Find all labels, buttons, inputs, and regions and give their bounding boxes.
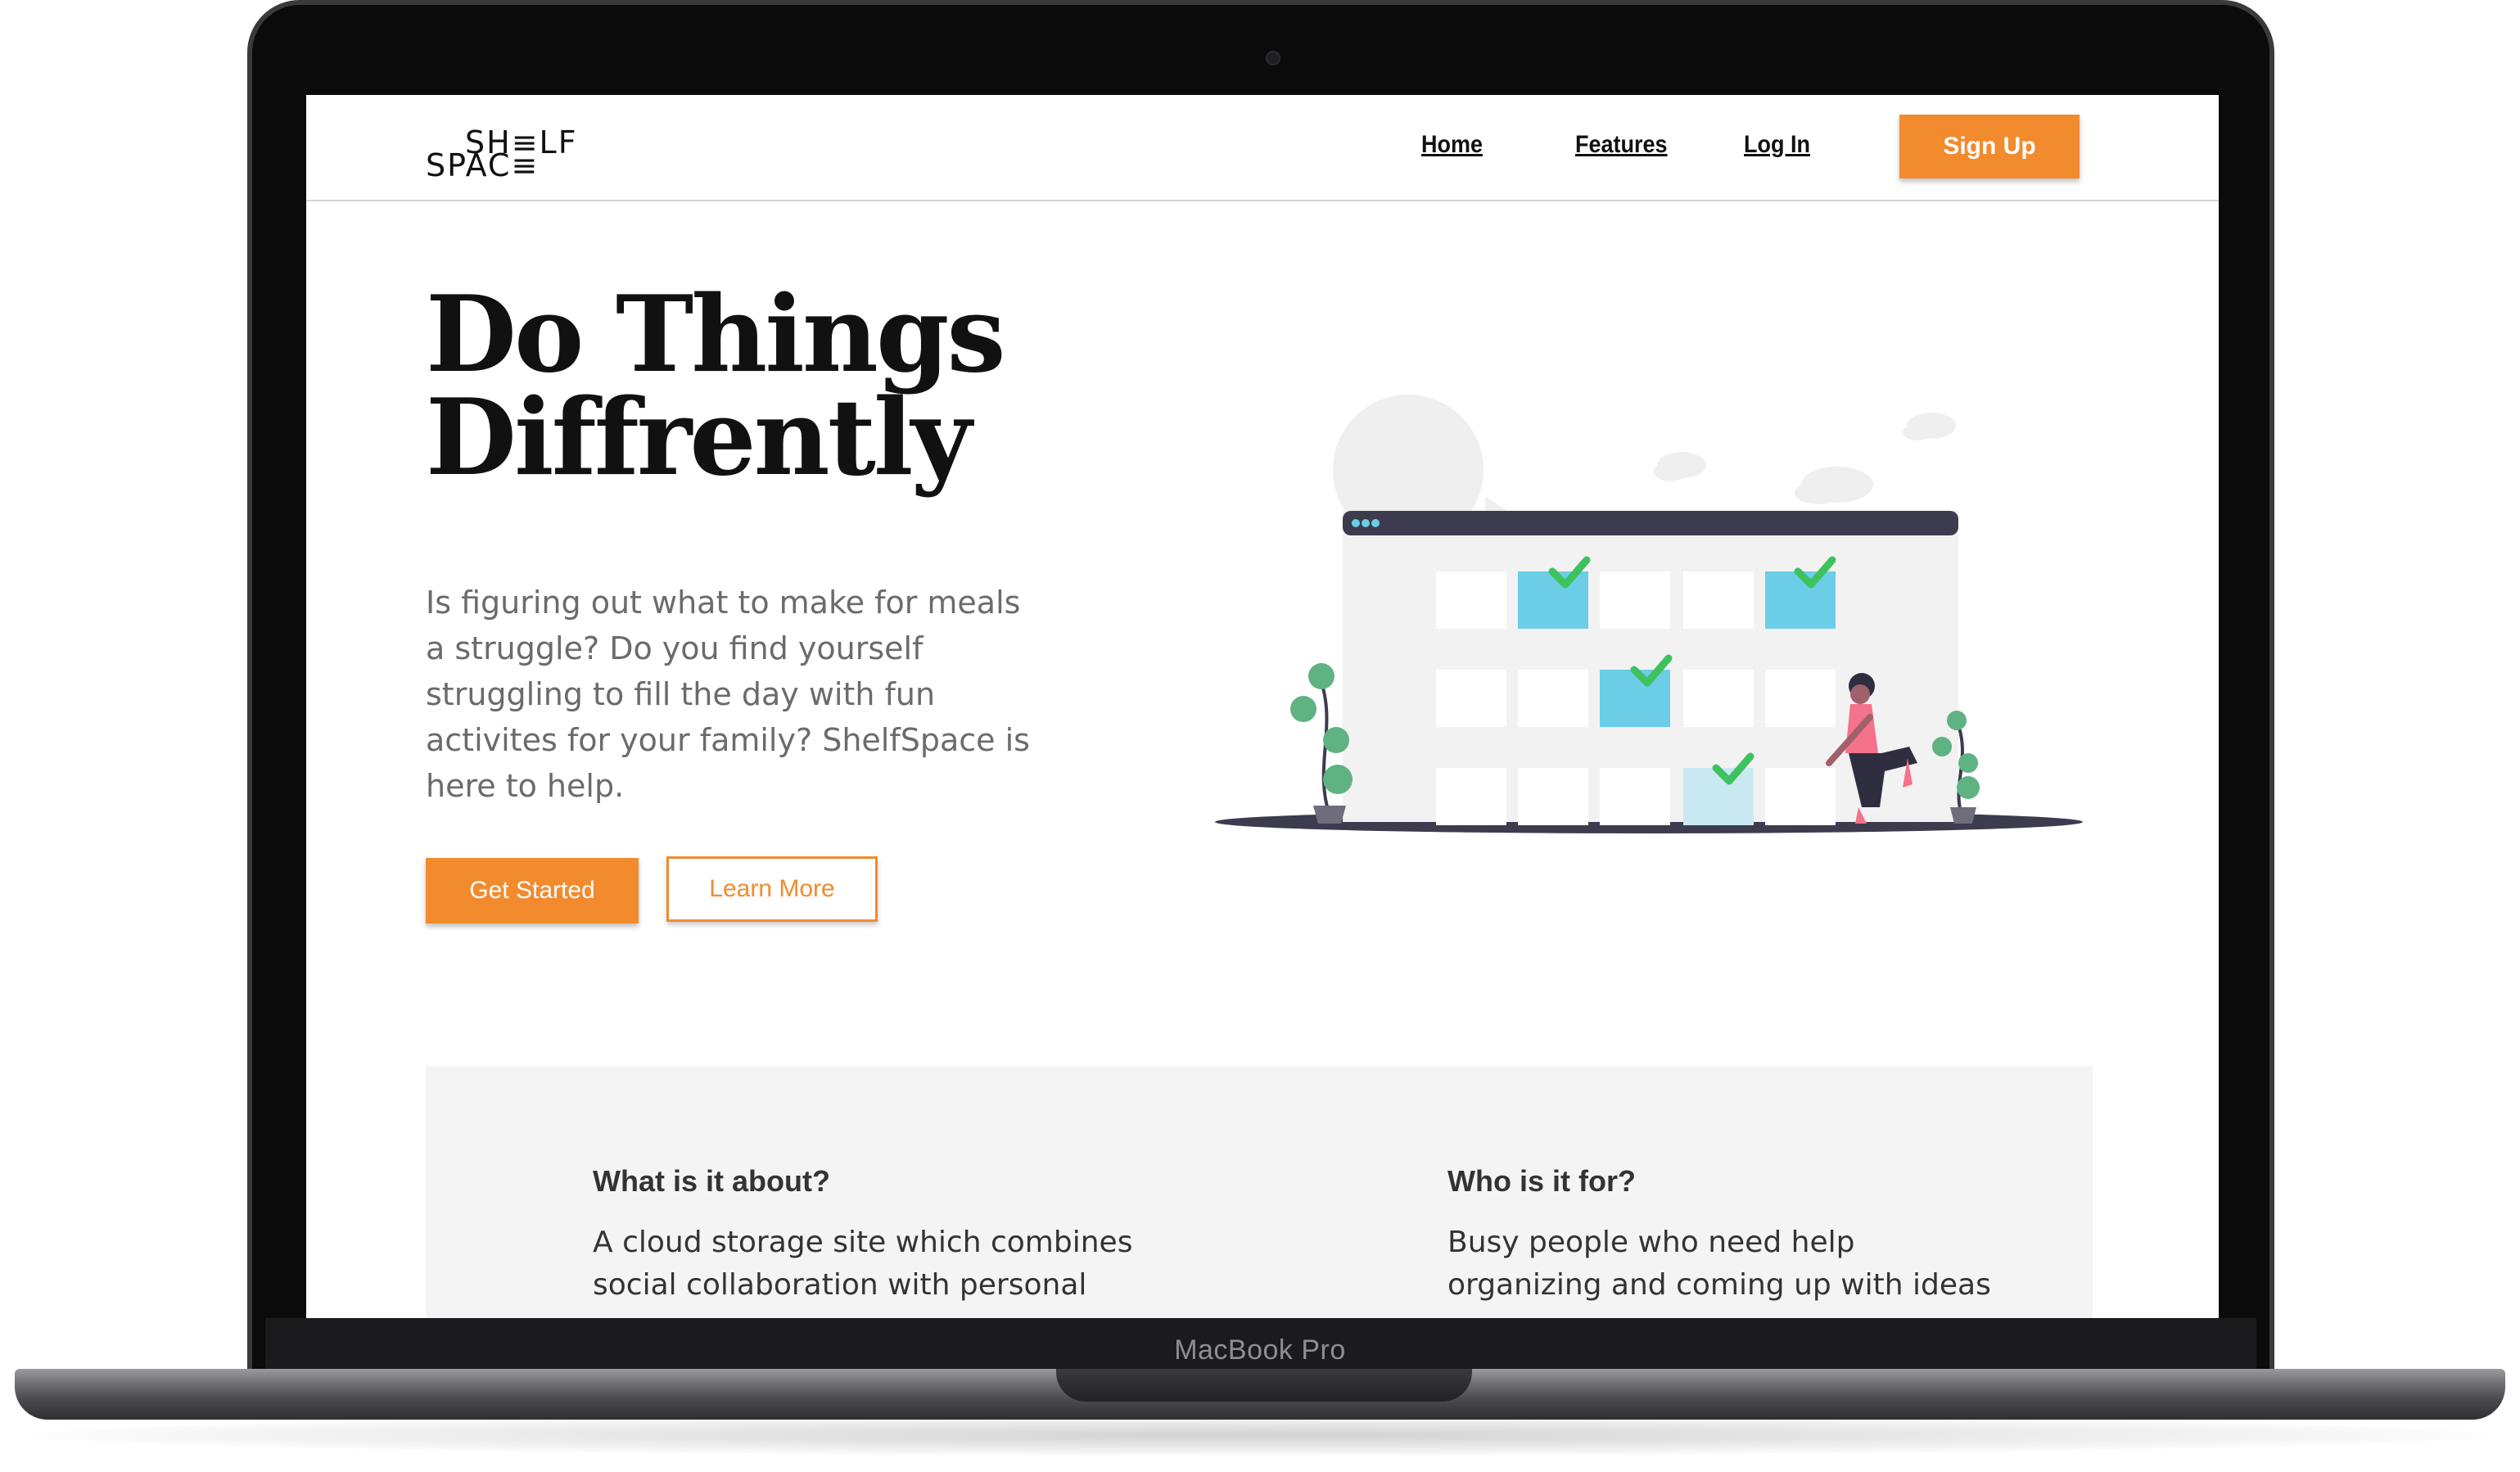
calendar-cell [1765, 768, 1836, 825]
calendar-cell [1765, 670, 1836, 727]
learn-more-button[interactable]: Learn More [666, 856, 878, 922]
hero-title: Do Things Diffrently [426, 273, 1005, 499]
hero-title-line-2: Diffrently [426, 377, 972, 499]
about-text: A cloud storage site which combines soci… [593, 1226, 1133, 1302]
calendar-cell [1436, 670, 1506, 727]
info-section: What is it about? A cloud storage site w… [426, 1066, 2093, 1318]
calendar-cell [1518, 670, 1588, 727]
calendar-cell [1436, 571, 1506, 629]
window-dot-icon [1362, 519, 1370, 527]
logo-bottom-text: SPAC≡ [426, 147, 540, 183]
navbar: SH≡LF SPAC≡ Home Features Log In Sign Up [306, 95, 2219, 201]
nav-link-features[interactable]: Features [1575, 131, 1668, 159]
calendar-titlebar [1343, 511, 1958, 535]
audience-column: Who is it for? Busy people who need help… [1447, 1164, 2004, 1307]
calendar-cell [1518, 768, 1588, 825]
about-column: What is it about? A cloud storage site w… [593, 1164, 1149, 1307]
window-dot-icon [1352, 519, 1360, 527]
calendar-cell [1436, 768, 1506, 825]
calendar-illustration [1215, 395, 2083, 833]
nav-link-login[interactable]: Log In [1744, 131, 1810, 159]
audience-text: Busy people who need help organizing and… [1447, 1226, 1991, 1302]
get-started-button[interactable]: Get Started [426, 858, 639, 923]
nav-link-home[interactable]: Home [1421, 131, 1483, 159]
calendar-cell-done [1765, 571, 1836, 629]
window-dot-icon [1371, 519, 1380, 527]
calendar-cell [1683, 670, 1754, 727]
calendar-cell [1600, 768, 1670, 825]
laptop-shadow [33, 1415, 2489, 1456]
hero-description: Is figuring out what to make for meals a… [426, 585, 1030, 804]
calendar-cell-done [1600, 670, 1670, 727]
device-label: MacBook Pro [1174, 1334, 1346, 1366]
calendar-cell [1600, 571, 1670, 629]
hero-title-line-1: Do Things [426, 273, 1005, 396]
calendar-cell-pending [1683, 768, 1754, 825]
shelfspace-logo[interactable]: SH≡LF SPAC≡ [426, 124, 598, 183]
audience-heading: Who is it for? [1447, 1164, 1636, 1198]
calendar-cell [1683, 571, 1754, 629]
signup-button[interactable]: Sign Up [1899, 115, 2080, 178]
camera-icon [1266, 51, 1280, 65]
about-heading: What is it about? [593, 1164, 830, 1198]
calendar-cell-done [1518, 571, 1588, 629]
laptop-notch [1056, 1369, 1472, 1402]
website-screen: SH≡LF SPAC≡ Home Features Log In Sign Up… [306, 95, 2219, 1318]
